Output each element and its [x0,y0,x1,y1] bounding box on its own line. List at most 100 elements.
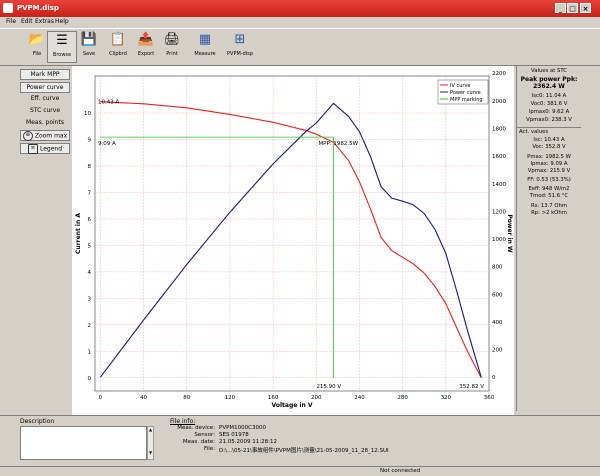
y2-tick-label: 1400 [492,182,506,188]
x-tick-label: 40 [140,395,147,401]
zoom-icon: ⊕ [22,131,33,141]
scroll-up-icon[interactable]: ▲ [148,427,153,432]
y-tick-label: 5 [88,243,92,249]
vpmax-value: Vpmax: 215.9 V [527,168,571,174]
eff-curve-button[interactable]: Eff. curve [20,94,70,105]
y-tick-label: 8 [88,164,92,170]
pvpm-disp-button[interactable]: ⊞ PVPM-disp [223,31,257,63]
info-key-date: Meas. date: [182,439,215,445]
close-button[interactable]: × [580,3,591,13]
toolbar: 📂 File ☰ Browse 💾 Save 📋 Clipbrd 📤 Export 🖨 Pr… [0,28,600,66]
print-button[interactable]: 🖨 Print [157,31,187,63]
pmax-value: Pmax: 1982.5 W [527,154,571,160]
printer-icon: 🖨 [163,32,181,47]
legend-entry: Power curve [450,90,481,96]
divider [517,127,581,128]
description-label: Description [20,418,55,425]
curve-options-panel: Mark MPP Power curve Eff. curve STC curv… [20,67,72,412]
x-tick-label: 80 [183,395,190,401]
iv-chart: 0 40 80 120 160 200 240 280 320 360 0 1 2 3 4 5 6 7 8 9 10 0 2… [72,66,514,415]
y2-tick-label: 0 [492,375,496,381]
legend-entry: MPP marking [450,97,483,103]
maximize-button[interactable]: □ [567,3,578,13]
window-title: PVPM.disp [17,4,59,12]
menu-edit[interactable]: Edit [21,18,33,25]
browse-button[interactable]: ☰ Browse [47,31,77,63]
iv-chart-svg: 0 40 80 120 160 200 240 280 320 360 0 1 2 3 4 5 6 7 8 9 10 0 2… [75,71,513,409]
description-scrollbar[interactable]: ▲ ▼ [147,426,154,460]
bottom-panel: Description ▲ ▼ File info: Meas. device:… [0,415,600,469]
values-panel: Values at STC Peak power Ppk: 2362.4 W I… [516,66,581,411]
clipboard-icon: 📋 [109,32,127,47]
legend-entry: IV curve [450,83,471,89]
scroll-down-icon[interactable]: ▼ [148,450,153,455]
y2-tick-label: 2200 [492,71,506,77]
y-tick-label: 3 [88,296,92,302]
menu-help[interactable]: Help [55,18,69,25]
ipmax0-value: Ipmax0: 9.62 A [528,109,570,115]
info-device: PVPM1000C3000 [219,425,266,431]
x-tick-label: 200 [311,395,322,401]
description-field[interactable] [20,426,147,460]
minimize-button[interactable]: _ [555,3,566,13]
power-curve-button[interactable]: Power curve [20,82,70,93]
voc0-value: Voc0: 381.6 V [530,101,568,107]
app-icon [3,3,13,13]
y2-axis-label: Power in W [506,214,513,253]
export-icon: 📤 [137,32,155,47]
isc-value: Isc: 10.43 A [533,137,565,143]
x-tick-label: 240 [354,395,365,401]
y2-tick-label: 2000 [492,99,506,105]
x-axis-label: Voltage in V [272,402,313,409]
y-tick-label: 0 [88,376,92,382]
isc0-value: Isc0: 11.04 A [531,93,567,99]
menu-bar: File Edit Extras Help [0,17,600,28]
meas-points-button[interactable]: Meas. points [20,118,70,129]
x-tick-label: 320 [441,395,452,401]
eeff-value: Eeff: 948 W/m2 [528,186,570,192]
info-key-file: File: [203,446,215,452]
mark-mpp-button[interactable]: Mark MPP [20,69,70,80]
vpmax0-value: Vpmax0: 238.3 V [526,117,572,123]
info-sensor: SES 01978 [219,432,249,438]
folder-icon: 📂 [28,32,46,47]
y2-tick-label: 1200 [492,209,506,215]
info-key-device: Meas. device: [177,425,215,431]
y-tick-label: 4 [88,270,92,276]
connection-status: Not connected [380,468,421,474]
y2-tick-label: 200 [492,348,503,354]
vmpp-label: 215.90 V [316,384,341,390]
x-tick-label: 360 [484,395,495,401]
rs-value: Rs: 13.7 Ohm [530,203,568,209]
menu-file[interactable]: File [6,18,16,25]
act-values-header: Act. values [519,129,549,135]
measure-button[interactable]: ▦ Measure [190,31,220,63]
y-tick-label: 6 [88,217,92,223]
y-axis-label: Current in A [75,213,82,254]
mpp-label: MPP: 1982.5W [318,141,358,147]
plot-area [94,75,490,392]
stc-curve-button[interactable]: STC curve [20,106,70,117]
y2-tick-label: 1000 [492,237,506,243]
rp-value: Rp: >2 kOhm [531,210,567,216]
stc-header: Values at STC [531,68,567,74]
y-tick-label: 10 [84,111,91,117]
ppk-label: Peak power Ppk: [520,76,578,83]
x-tick-label: 280 [397,395,408,401]
zoom-max-button[interactable]: ⊕ Zoom max [20,130,70,141]
tmod-value: Tmod: 51.6 °C [529,193,569,199]
save-button[interactable]: 💾 Save [74,31,104,63]
voc-label: 352.82 V [459,384,484,390]
legend-button[interactable]: ≡ Legend [20,143,70,154]
title-bar: PVPM.disp _ □ × [0,0,600,17]
legend-icon: ≡ [27,144,38,154]
menu-extras[interactable]: Extras [35,18,54,25]
y-tick-label: 7 [88,190,92,196]
x-tick-label: 160 [268,395,279,401]
y2-tick-label: 600 [492,292,503,298]
y-tick-label: 9 [88,138,92,144]
clipboard-button[interactable]: 📋 Clipbrd [103,31,133,63]
pvpm-icon: ⊞ [234,32,246,47]
info-file: D:\...\05-21\事故组件\PVPM图片\测量\21-05-2009_1… [219,448,389,454]
ipmpp-label: 9.09 A [98,141,116,147]
